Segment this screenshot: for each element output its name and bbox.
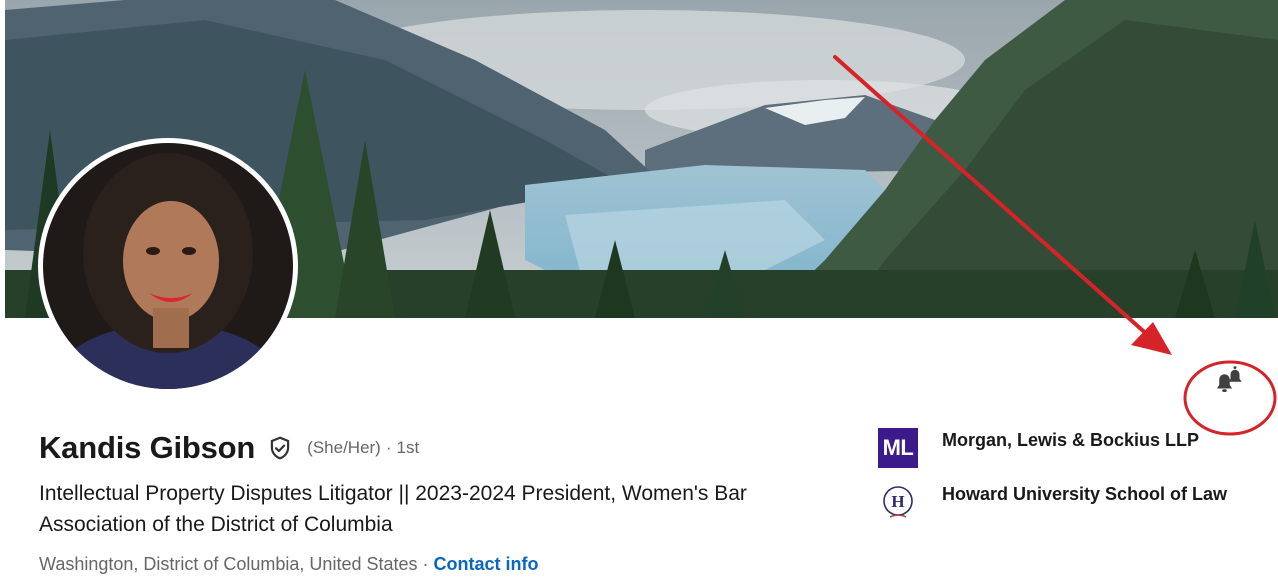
location-row: Washington, District of Columbia, United… <box>39 554 539 575</box>
connection-degree: 1st <box>396 438 420 457</box>
org-item-morgan-lewis[interactable]: ML Morgan, Lewis & Bockius LLP <box>878 428 1268 468</box>
notification-bell-button[interactable] <box>1203 352 1255 404</box>
school-crest-letter: H <box>891 492 904 511</box>
profile-photo <box>43 143 293 389</box>
profile-headline: Intellectual Property Disputes Litigator… <box>39 482 747 536</box>
bell-icon <box>1217 366 1242 392</box>
profile-page: Kandis Gibson (She/Her) · 1st Intellectu… <box>0 0 1278 587</box>
pronouns: (She/Her) <box>307 438 381 457</box>
name-row: Kandis Gibson (She/Her) · 1st <box>39 430 419 466</box>
annotation-arrow-head <box>1131 322 1172 355</box>
org-name: Howard University School of Law <box>942 484 1228 504</box>
shield-check-icon[interactable] <box>267 435 293 461</box>
profile-avatar[interactable] <box>38 138 298 394</box>
org-item-howard-university[interactable]: H Howard University School of Law <box>878 482 1268 522</box>
org-list: ML Morgan, Lewis & Bockius LLP H Howard … <box>878 428 1268 536</box>
separator: · <box>385 438 392 457</box>
school-crest-icon: H <box>878 482 918 522</box>
profile-name: Kandis Gibson <box>39 430 256 465</box>
contact-info-link[interactable]: Contact info <box>434 554 539 574</box>
profile-location: Washington, District of Columbia, United… <box>39 554 418 574</box>
company-logo: ML <box>878 428 918 468</box>
org-name: Morgan, Lewis & Bockius LLP <box>942 430 1200 450</box>
location-separator: · <box>417 554 434 574</box>
